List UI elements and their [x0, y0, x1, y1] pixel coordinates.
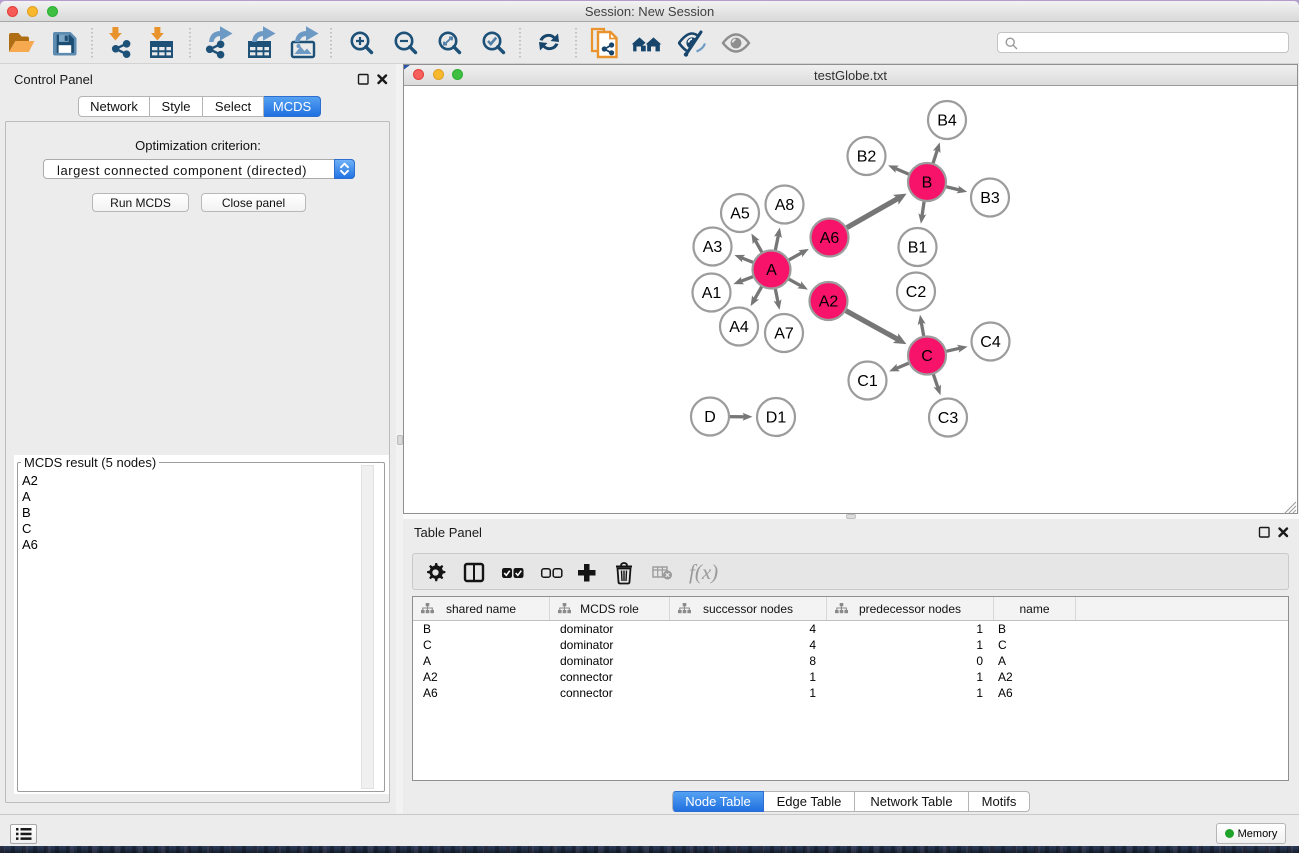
svg-text:D: D: [704, 409, 716, 426]
svg-text:B3: B3: [980, 190, 1000, 207]
svg-text:A8: A8: [775, 197, 795, 214]
svg-text:A7: A7: [774, 326, 794, 343]
svg-text:A4: A4: [729, 319, 749, 336]
svg-text:A: A: [766, 262, 777, 279]
svg-text:C1: C1: [857, 373, 878, 390]
svg-text:C4: C4: [980, 334, 1001, 351]
svg-text:A3: A3: [703, 239, 723, 256]
svg-text:B1: B1: [908, 240, 928, 257]
svg-text:A6: A6: [820, 230, 840, 247]
svg-text:B2: B2: [857, 149, 877, 166]
svg-text:B4: B4: [937, 113, 957, 130]
svg-text:A2: A2: [819, 294, 839, 311]
svg-text:D1: D1: [766, 410, 787, 427]
svg-text:f(x): f(x): [689, 560, 718, 584]
svg-text:B: B: [922, 175, 933, 192]
svg-text:C: C: [921, 348, 933, 365]
svg-text:C3: C3: [938, 410, 959, 427]
svg-text:A1: A1: [702, 285, 722, 302]
svg-text:C2: C2: [906, 284, 927, 301]
svg-text:A5: A5: [730, 206, 750, 223]
